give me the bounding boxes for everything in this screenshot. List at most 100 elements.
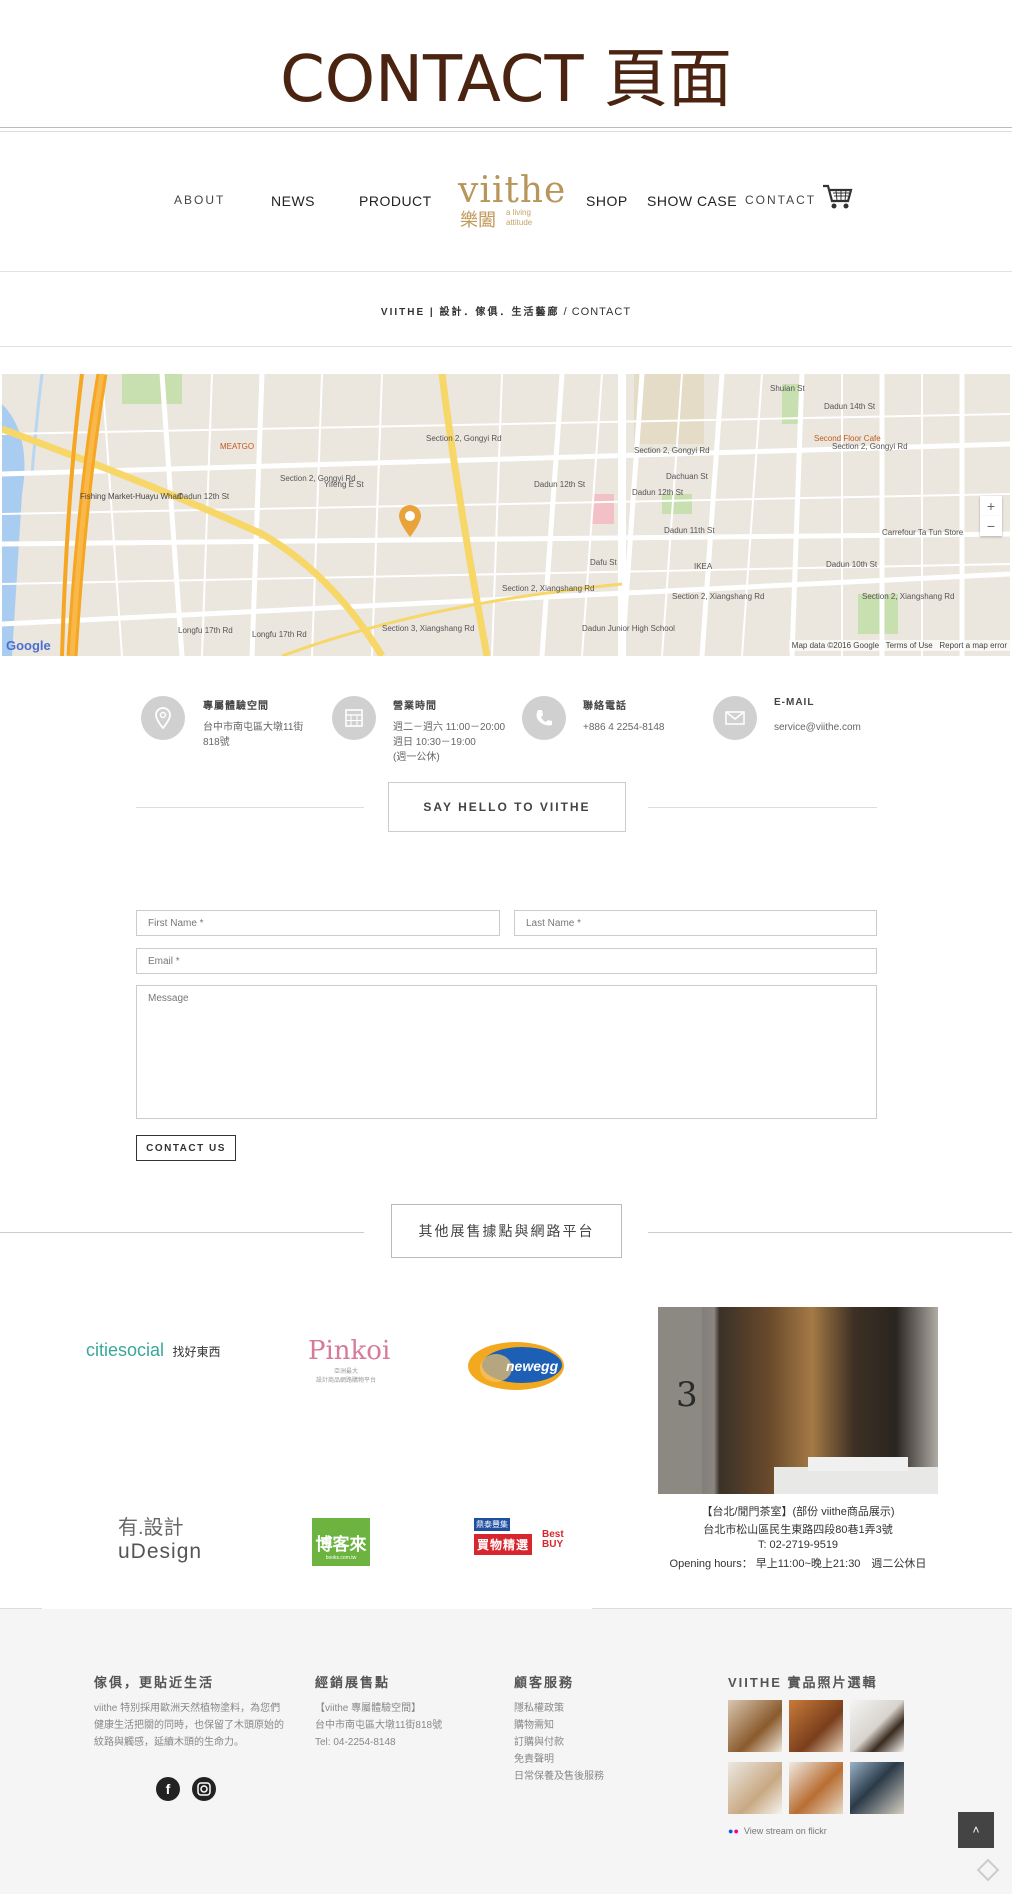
partner-udesign[interactable]: 有.設計 uDesign xyxy=(118,1516,202,1564)
bokelai-logo: 博客來 xyxy=(315,1535,367,1554)
map-label: Section 2, Gongyi Rd xyxy=(634,446,710,455)
partner-citiesocial[interactable]: citiesocial 找好東西 xyxy=(86,1340,221,1361)
udesign-cn: 有.設計 xyxy=(118,1517,184,1539)
map-label: IKEA xyxy=(694,562,713,571)
map-label: Longfu 17th Rd xyxy=(252,630,307,639)
divider-line xyxy=(648,1232,1012,1233)
page-title: CONTACT 頁面 xyxy=(280,43,732,117)
info-text-phone: +886 4 2254-8148 xyxy=(583,722,665,733)
breadcrumb-separator: / xyxy=(563,306,568,318)
nav-about[interactable]: ABOUT xyxy=(174,193,225,207)
footer-col1-text: viithe 特別採用歐洲天然植物塗料，為您們健康生活把關的同時，也保留了木頭原… xyxy=(94,1703,284,1748)
info-text-email[interactable]: service@viithe.com xyxy=(774,720,861,735)
partners-heading: 其他展售據點與網路平台 xyxy=(391,1204,622,1258)
map-label: Shuian St xyxy=(770,384,805,393)
facebook-icon[interactable]: f xyxy=(156,1777,180,1801)
map-label: Second Floor Cafe xyxy=(814,434,881,443)
nav-product[interactable]: PRODUCT xyxy=(359,193,432,209)
nav-showcase[interactable]: SHOW CASE xyxy=(647,193,737,209)
flickr-icon-dot: ● xyxy=(733,1826,739,1836)
contact-us-button[interactable]: CONTACT US xyxy=(136,1135,236,1161)
header-divider-inner xyxy=(0,131,1012,132)
store-phone: T: 02-2719-9519 xyxy=(757,1539,839,1551)
photo-number: 3 xyxy=(676,1375,698,1415)
map-label: Dadun 12th St xyxy=(534,480,586,489)
store-hours: Opening hours： 早上11:00~晚上21:30 週二公休日 xyxy=(669,1558,927,1570)
flickr-link-text: View stream on flickr xyxy=(743,1826,827,1836)
footer-col4-title: VIITHE 實品照片選輯 xyxy=(728,1675,878,1690)
map-label: Carrefour Ta Tun Store xyxy=(882,528,964,537)
map-report-link[interactable]: Report a map error xyxy=(939,641,1007,650)
map-label: Section 2, Gongyi Rd xyxy=(426,434,502,443)
map-label: Dadun 12th St xyxy=(632,488,684,497)
last-name-input[interactable] xyxy=(514,910,877,936)
map-label: Section 2, Xiangshang Rd xyxy=(862,592,955,601)
map-label: Dadun 12th St xyxy=(178,492,230,501)
footer-link-disclaimer[interactable]: 免責聲明 xyxy=(514,1751,554,1768)
instagram-icon[interactable] xyxy=(192,1777,216,1801)
back-to-top-button[interactable]: ˄ xyxy=(958,1812,994,1848)
nav-contact[interactable]: CONTACT xyxy=(745,193,816,207)
footer-col2-line3: Tel: 04-2254-8148 xyxy=(315,1737,396,1748)
divider-line xyxy=(0,1232,364,1233)
store-line2: 台北市松山區民生東路四段80巷1弄3號 xyxy=(703,1524,893,1536)
map-label: Section 3, Xiangshang Rd xyxy=(382,624,475,633)
bestbuy-cn: 買物精選 xyxy=(474,1534,533,1555)
phone-icon xyxy=(522,696,566,740)
map-label: MEATGO xyxy=(220,442,255,451)
breadcrumb: VIITHE | 設計．傢俱．生活藝廊 / CONTACT xyxy=(0,303,1012,318)
citiesocial-tagline: 找好東西 xyxy=(172,1345,221,1359)
nav-shop[interactable]: SHOP xyxy=(586,193,628,209)
google-map[interactable]: Shuian St Dadun 14th St Section 2, Gongy… xyxy=(2,374,1010,656)
info-title-phone: 聯絡電話 xyxy=(583,701,627,712)
map-data-credit: Map data ©2016 Google xyxy=(791,641,880,650)
footer-link-aftercare[interactable]: 日常保養及售後服務 xyxy=(514,1768,604,1785)
gallery-thumb[interactable] xyxy=(728,1700,782,1752)
nav-divider xyxy=(0,271,1012,272)
bokelai-sub: books.com.tw xyxy=(325,1555,357,1561)
photo-ledge xyxy=(774,1467,938,1494)
nav-news[interactable]: NEWS xyxy=(271,193,315,209)
logo-word: viithe xyxy=(458,170,567,211)
map-terms-link[interactable]: Terms of Use xyxy=(886,641,933,650)
map-label: Dadun 10th St xyxy=(826,560,878,569)
email-input[interactable] xyxy=(136,948,877,974)
bestbuy-logo: Best BUY xyxy=(542,1529,564,1550)
divider-line xyxy=(136,807,364,808)
udesign-logo: uDesign xyxy=(118,1540,203,1563)
gallery-thumb[interactable] xyxy=(728,1762,782,1814)
bestbuy-top: 鼎泰豐集 xyxy=(474,1518,510,1531)
pinkoi-logo: Pinkoi xyxy=(308,1336,391,1366)
info-title-address: 專屬體驗空間 xyxy=(203,701,269,712)
flickr-link[interactable]: ●● View stream on flickr xyxy=(728,1826,827,1836)
map-pin-icon[interactable] xyxy=(398,504,422,543)
footer-link-privacy[interactable]: 隱私權政策 xyxy=(514,1700,564,1717)
store-line1: 【台北/閒門茶室】(部份 viithe商品展示) xyxy=(701,1506,895,1518)
map-label: Fishing Market-Huayu Wharf xyxy=(80,492,182,501)
breadcrumb-home[interactable]: VIITHE | 設計．傢俱．生活藝廊 xyxy=(381,307,560,318)
first-name-input[interactable] xyxy=(136,910,500,936)
partner-pinkoi[interactable]: Pinkoi 亞洲最大 設計商品網路購物平台 xyxy=(308,1336,391,1384)
partner-newegg[interactable]: newegg xyxy=(466,1340,566,1397)
info-title-hours: 營業時間 xyxy=(393,701,437,712)
gallery-thumb[interactable] xyxy=(789,1700,843,1752)
map-zoom-in-button[interactable]: + xyxy=(980,496,1002,516)
cart-icon[interactable] xyxy=(822,183,854,216)
photo-plants xyxy=(808,1457,908,1471)
gallery-thumb[interactable] xyxy=(789,1762,843,1814)
pinkoi-sub1: 亞洲最大 xyxy=(333,1369,358,1375)
gallery-thumb[interactable] xyxy=(850,1762,904,1814)
partner-bestbuy[interactable]: 鼎泰豐集 買物精選 Best BUY xyxy=(474,1518,570,1558)
gallery-thumb[interactable] xyxy=(850,1700,904,1752)
footer-link-payment[interactable]: 訂購與付款 xyxy=(514,1734,564,1751)
footer-col3-title: 顧客服務 xyxy=(514,1675,575,1690)
map-label: Section 2, Xiangshang Rd xyxy=(672,592,765,601)
citiesocial-logo: citiesocial xyxy=(86,1340,165,1360)
info-text-address: 台中市南屯區大墩11街 818號 xyxy=(203,722,304,748)
message-textarea[interactable] xyxy=(136,985,877,1119)
mail-icon xyxy=(713,696,757,740)
partner-bokelai[interactable]: 博客來 books.com.tw xyxy=(312,1518,370,1566)
map-attribution: Map data ©2016 Google Terms of Use Repor… xyxy=(788,640,1010,651)
map-zoom-out-button[interactable]: − xyxy=(980,516,1002,536)
footer-link-shopping-info[interactable]: 購物需知 xyxy=(514,1717,554,1734)
